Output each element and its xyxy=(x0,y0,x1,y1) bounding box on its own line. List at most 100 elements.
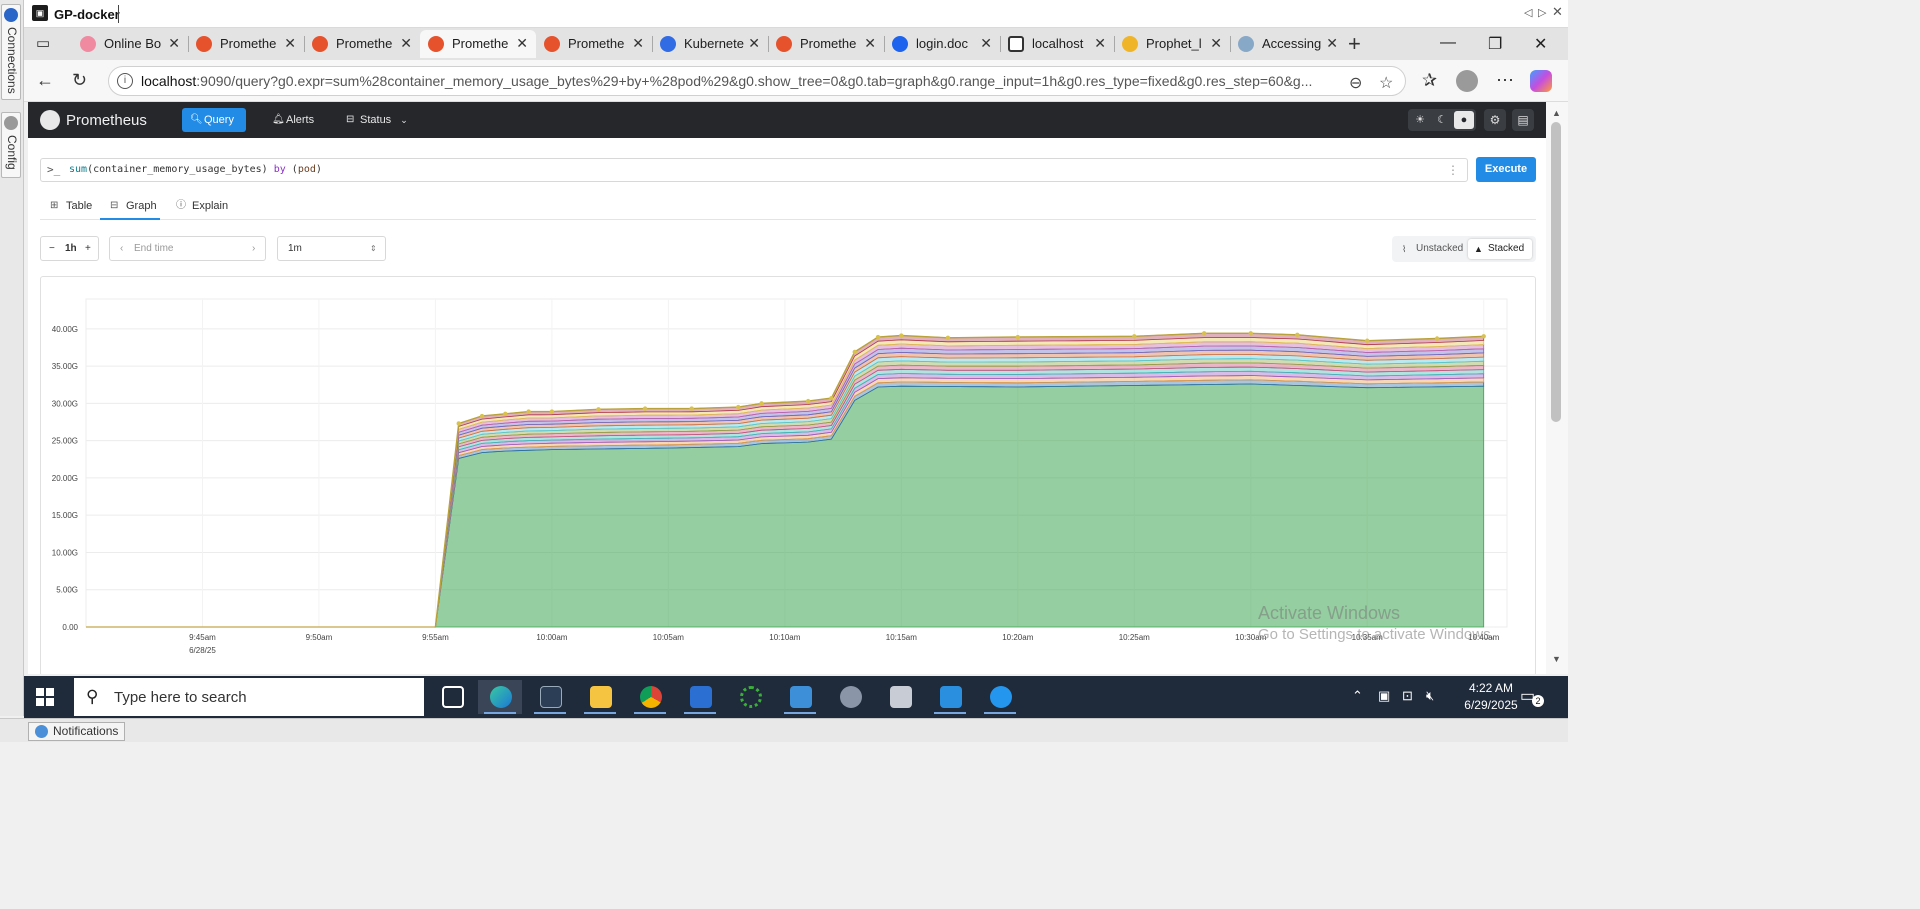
tab-close-icon[interactable]: ✕ xyxy=(980,35,992,52)
address-bar[interactable]: i localhost:9090/query?g0.expr=sum%28con… xyxy=(108,66,1406,96)
browser-tab[interactable]: Kubernete ✕ xyxy=(652,30,769,58)
stacked-button[interactable]: ▲ Stacked xyxy=(1468,239,1533,259)
ethernet-icon[interactable]: ⊡ xyxy=(1402,688,1413,704)
browser-tab[interactable]: Promethe ✕ xyxy=(768,30,885,58)
volume-muted-icon[interactable]: 🔇︎ xyxy=(1426,688,1434,704)
more-menu-icon[interactable]: ⋯ xyxy=(1496,70,1514,91)
task-view-icon[interactable] xyxy=(430,680,474,714)
config-tab[interactable]: Config xyxy=(1,112,21,178)
docs-book-icon[interactable]: ▤ xyxy=(1512,109,1534,131)
connections-tab[interactable]: Connections xyxy=(1,4,21,100)
back-icon[interactable]: ← xyxy=(36,70,54,91)
network-alert-icon[interactable]: ▣ xyxy=(1378,688,1390,704)
settings-gear-icon[interactable]: ⚙ xyxy=(1484,109,1506,131)
tab-close-icon[interactable]: ✕ xyxy=(748,35,760,52)
site-info-icon[interactable]: i xyxy=(117,73,133,89)
nav-alerts[interactable]: 🔔︎ Alerts xyxy=(264,108,314,132)
scroll-up-icon[interactable]: ▲ xyxy=(1552,108,1561,118)
data-point xyxy=(829,395,834,401)
close-icon[interactable]: ✕ xyxy=(1552,4,1563,20)
scroll-right-icon[interactable]: ▷ xyxy=(1538,6,1546,19)
notifications-button[interactable]: Notifications xyxy=(28,722,126,741)
expression-input[interactable]: >_ sum(container_memory_usage_bytes) by … xyxy=(40,158,1468,182)
browser-tab[interactable]: localhost ✕ xyxy=(1000,30,1115,58)
resolution-value: 1m xyxy=(288,243,302,254)
browser-tab[interactable]: Prophet_l ✕ xyxy=(1114,30,1231,58)
tab-close-icon[interactable]: ✕ xyxy=(284,35,296,52)
chevron-left-icon[interactable]: ‹ xyxy=(120,243,123,254)
restore-icon[interactable]: ❐ xyxy=(1488,34,1502,54)
tab-table[interactable]: ⊞ Table xyxy=(50,196,94,220)
windows-start-icon[interactable] xyxy=(32,684,58,710)
x-tick-label: 9:55am xyxy=(422,633,449,642)
expression-menu-icon[interactable]: ⋮ xyxy=(1447,163,1459,177)
moon-icon[interactable]: ☾ xyxy=(1432,111,1452,129)
browser-tab-active[interactable]: Promethe ✕ xyxy=(420,30,536,58)
chevron-right-icon[interactable]: › xyxy=(252,243,255,254)
notification-center-icon[interactable]: ▭ 2 xyxy=(1520,686,1544,707)
browser-tab[interactable]: Promethe ✕ xyxy=(304,30,421,58)
settings-icon[interactable] xyxy=(828,680,872,714)
scroll-left-icon[interactable]: ◁ xyxy=(1524,6,1532,19)
terminal-icon[interactable] xyxy=(528,680,572,714)
browser-toolbar: ← ↻ i localhost:9090/query?g0.expr=sum%2… xyxy=(24,60,1568,102)
minimize-icon[interactable]: — xyxy=(1440,34,1456,52)
chrome-icon[interactable] xyxy=(628,680,672,714)
tab-close-icon[interactable]: ✕ xyxy=(1326,35,1338,52)
tab-close-icon[interactable]: ✕ xyxy=(1210,35,1222,52)
system-clock[interactable]: 4:22 AM 6/29/2025 xyxy=(1454,680,1528,714)
browser-tab[interactable]: Promethe ✕ xyxy=(188,30,305,58)
prometheus-brand[interactable]: Prometheus xyxy=(66,112,147,129)
file-explorer-icon[interactable] xyxy=(578,680,622,714)
tab-graph[interactable]: ⊟ Graph xyxy=(100,196,160,220)
scroll-down-icon[interactable]: ▼ xyxy=(1552,654,1561,664)
window-close-icon[interactable]: ✕ xyxy=(1534,34,1547,54)
x-tick-label: 10:25am xyxy=(1119,633,1150,642)
favorite-star-icon[interactable]: ☆ xyxy=(1379,73,1393,93)
loading-app-icon[interactable] xyxy=(728,680,772,714)
graph-icon: ⊟ xyxy=(110,200,119,211)
tab-close-icon[interactable]: ✕ xyxy=(400,35,412,52)
scroll-thumb[interactable] xyxy=(1551,122,1561,422)
profile-avatar[interactable] xyxy=(1456,70,1478,92)
tray-chevron-icon[interactable]: ⌃ xyxy=(1352,688,1363,704)
copilot-icon[interactable] xyxy=(1530,70,1552,92)
resolution-select[interactable]: 1m ⇕ xyxy=(277,236,386,261)
nav-status[interactable]: ⊟ Status ⌄ xyxy=(338,108,408,132)
file-icon xyxy=(1008,36,1024,52)
tab-close-icon[interactable]: ✕ xyxy=(1094,35,1106,52)
browser-tab[interactable]: Online Bo ✕ xyxy=(72,30,189,58)
tab-close-icon[interactable]: ✕ xyxy=(864,35,876,52)
browser-tab[interactable]: login.doc ✕ xyxy=(884,30,1001,58)
sun-icon[interactable]: ☀ xyxy=(1410,111,1430,129)
vscode-icon[interactable] xyxy=(928,680,972,714)
tab-close-icon[interactable]: ✕ xyxy=(632,35,644,52)
remote-desktop-icon[interactable] xyxy=(878,680,922,714)
range-decrease-icon[interactable]: − xyxy=(49,243,55,254)
range-increase-icon[interactable]: + xyxy=(85,243,91,254)
favorites-icon[interactable]: ✰ xyxy=(1422,70,1437,91)
tab-actions-icon[interactable]: ▭ xyxy=(36,34,50,52)
zoom-icon[interactable]: ⊖ xyxy=(1349,73,1362,93)
browser-tab[interactable]: Accessing ✕ xyxy=(1230,30,1346,58)
unstacked-button[interactable]: ⌇ Unstacked xyxy=(1396,239,1463,259)
edge-icon[interactable] xyxy=(478,680,522,714)
browser-tab[interactable]: Promethe ✕ xyxy=(536,30,653,58)
range-value[interactable]: 1h xyxy=(65,243,77,254)
powershell-icon[interactable] xyxy=(678,680,722,714)
page-scrollbar[interactable]: ▲ ▼ xyxy=(1546,102,1568,674)
y-tick-label: 25.00G xyxy=(52,437,78,446)
tab-close-icon[interactable]: ✕ xyxy=(168,35,180,52)
tab-explain[interactable]: ⓘ Explain xyxy=(176,196,236,220)
new-tab-icon[interactable]: + xyxy=(1348,31,1361,57)
auto-theme-icon[interactable]: ● xyxy=(1454,111,1474,129)
powershell-ise-icon[interactable] xyxy=(778,680,822,714)
reload-icon[interactable]: ↻ xyxy=(72,70,87,91)
x-tick-label: 10:15am xyxy=(886,633,917,642)
nav-query[interactable]: 🔍︎ Query xyxy=(182,108,246,132)
taskbar-search[interactable]: ⚲ Type here to search xyxy=(74,678,424,716)
end-time-input[interactable]: End time xyxy=(134,243,173,254)
docker-desktop-icon[interactable] xyxy=(978,680,1022,714)
tab-close-icon[interactable]: ✕ xyxy=(516,35,528,52)
execute-button[interactable]: Execute xyxy=(1476,157,1536,182)
